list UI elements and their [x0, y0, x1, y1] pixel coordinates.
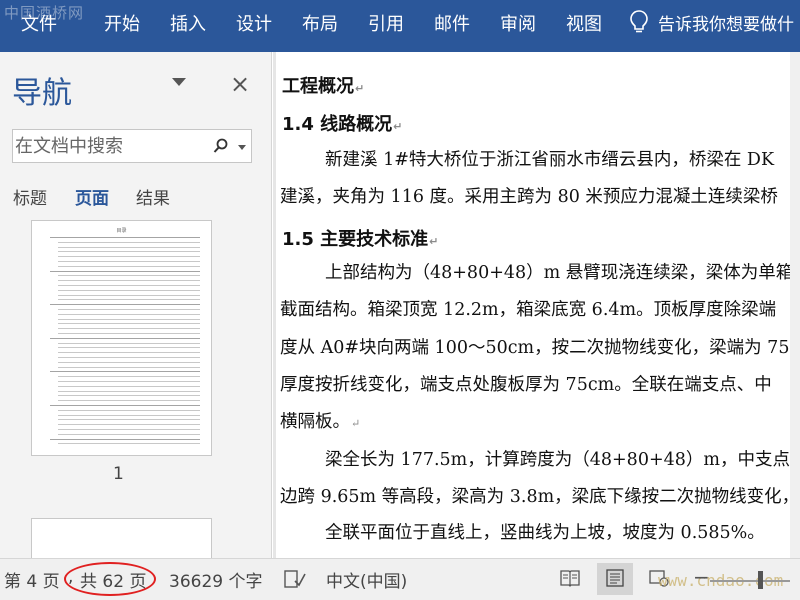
thumbnail-toc-line [58, 342, 200, 344]
thumbnail-toc-line [58, 285, 200, 286]
doc-paragraph-line: 新建溪 1#特大桥位于浙江省丽水市缙云县内，桥梁在 DK [325, 150, 775, 170]
zoom-out-button[interactable]: − [693, 565, 710, 589]
thumbnail-toc-line [58, 289, 200, 291]
thumbnail-toc-line [58, 419, 200, 421]
ribbon-tab-bar: 中国酒桥网 文件 开始 插入 设计 布局 引用 邮件 审阅 视图 告诉我你想要做… [0, 0, 800, 52]
thumbnail-toc-line [50, 438, 200, 440]
thumbnail-toc-line [50, 337, 200, 339]
thumbnail-toc-line [58, 261, 200, 262]
doc-paragraph-line: 梁全长为 177.5m，计算跨度为（48+80+48）m，中支点处 [325, 450, 800, 470]
thumbnail-toc-line [58, 400, 200, 402]
doc-subheading: 1.4 线路概况↵ [282, 114, 403, 135]
word-count[interactable]: 36629 个字 [169, 567, 262, 592]
thumbnail-toc-line [58, 429, 200, 430]
doc-paragraph-line: 截面结构。箱梁顶宽 12.2m，箱梁底宽 6.4m。顶板厚度除梁端 [280, 300, 777, 320]
thumbnail-toc-line [58, 414, 200, 416]
close-icon[interactable]: × [230, 70, 250, 98]
doc-paragraph-line: 建溪，夹角为 116 度。采用主跨为 80 米预应力混凝土连续梁桥 [280, 187, 778, 207]
thumbnail-toc-line [58, 256, 200, 258]
tab-review[interactable]: 审阅 [500, 10, 536, 36]
thumbnail-toc-line [58, 390, 200, 392]
highlight-circle [64, 562, 156, 596]
doc-paragraph-line: 上部结构为（48+80+48）m 悬臂现浇连续梁，梁体为单箱 [325, 263, 794, 283]
print-layout-button[interactable] [597, 563, 633, 595]
thumbnail-toc-line [58, 309, 200, 310]
navigation-pane: 导航 × 标题 页面 结果 目录 1 [0, 52, 272, 558]
read-mode-button[interactable] [552, 563, 588, 595]
thumbnail-toc-line [58, 424, 200, 426]
status-bar: 第 4 页 , 共 62 页 36629 个字 中文(中国) www.cndao… [0, 558, 800, 600]
thumbnail-toc-line [50, 270, 200, 272]
search-icon[interactable] [213, 138, 229, 154]
thumbnail-toc-line [58, 323, 200, 325]
thumbnail-toc-line [58, 395, 200, 397]
thumbnail-toc-line [58, 352, 200, 354]
thumbnail-toc-line [58, 251, 200, 253]
thumbnail-toc-line [58, 280, 200, 282]
thumbnail-toc-line [58, 376, 200, 378]
page-layout-icon [606, 569, 624, 587]
thumbnail-toc-line [58, 366, 200, 368]
zoom-slider-thumb[interactable] [758, 571, 763, 589]
tell-me-text: 告诉我你想要做什 [658, 15, 794, 35]
tab-design[interactable]: 设计 [236, 10, 272, 36]
doc-paragraph-line: 横隔板。↵ [280, 412, 361, 432]
thumbnail-toc-line [50, 405, 200, 406]
thumbnail-toc-line [58, 381, 200, 382]
thumbnail-toc-line [58, 385, 200, 387]
tab-mailings[interactable]: 邮件 [434, 10, 470, 36]
thumbnail-toc-line [58, 443, 200, 445]
document-page[interactable]: 工程概况↵ 1.4 线路概况↵ 新建溪 1#特大桥位于浙江省丽水市缙云县内，桥梁… [276, 52, 800, 558]
tab-home[interactable]: 开始 [104, 10, 140, 36]
thumbnail-toc-line [50, 371, 200, 373]
nav-tab-headings[interactable]: 标题 [13, 184, 47, 209]
thumbnail-toc-line [58, 265, 200, 267]
thumbnail-toc-line [50, 304, 200, 306]
thumbnail-toc-line [58, 275, 200, 277]
nav-pane-title: 导航 [12, 76, 72, 111]
tab-references[interactable]: 引用 [368, 10, 404, 36]
proofing-icon[interactable] [284, 569, 306, 589]
search-input[interactable] [15, 133, 205, 159]
doc-heading: 工程概况↵ [282, 76, 365, 97]
page-thumbnail[interactable]: 目录 [31, 220, 212, 456]
page-thumbnail-next[interactable] [31, 518, 212, 558]
thumbnail-toc-line [58, 347, 200, 349]
thumbnail-toc-line [58, 246, 200, 248]
doc-paragraph-line: 度从 A0#块向两端 100～50cm，按二次抛物线变化，梁端为 75cm [280, 338, 800, 358]
thumbnail-title: 目录 [116, 228, 127, 234]
doc-paragraph-line: 厚度按折线变化，端支点处腹板厚为 75cm。全联在端支点、中 [280, 375, 772, 395]
thumbnail-toc-line [58, 328, 200, 330]
page-indicator[interactable]: 第 4 页 [4, 567, 60, 592]
thumbnail-page-number: 1 [113, 464, 124, 484]
thumbnail-toc-line [58, 299, 200, 301]
tab-view[interactable]: 视图 [566, 10, 602, 36]
zoom-slider-track[interactable] [710, 580, 790, 582]
doc-paragraph-line: 边跨 9.65m 等高段，梁高为 3.8m，梁底下缘按二次抛物线变化， [280, 487, 800, 507]
search-options-chevron-icon[interactable] [238, 145, 246, 150]
nav-tab-pages[interactable]: 页面 [75, 184, 109, 209]
thumbnail-toc-line [58, 333, 200, 334]
tab-layout[interactable]: 布局 [302, 10, 338, 36]
book-icon [560, 570, 580, 587]
nav-tab-results[interactable]: 结果 [136, 184, 170, 209]
doc-subheading: 1.5 主要技术标准↵ [282, 229, 439, 250]
thumbnail-toc-line [58, 241, 200, 243]
thumbnail-toc-line [58, 409, 200, 411]
doc-paragraph-line: 全联平面位于直线上，竖曲线为上坡，坡度为 0.585%。 [325, 523, 765, 543]
thumbnail-toc-line [58, 294, 200, 296]
language-indicator[interactable]: 中文(中国) [326, 567, 407, 592]
tab-file[interactable]: 文件 [21, 10, 57, 36]
lightbulb-icon [630, 10, 648, 33]
thumbnail-toc-line [58, 433, 200, 435]
nav-search-box [12, 129, 252, 163]
thumbnail-toc-line [58, 357, 200, 358]
thumbnail-toc-line [58, 361, 200, 363]
thumbnail-toc-line [50, 237, 200, 238]
tab-insert[interactable]: 插入 [170, 10, 206, 36]
vertical-scrollbar[interactable] [790, 52, 800, 558]
thumbnail-toc-line [58, 313, 200, 315]
nav-options-dropdown-icon[interactable] [172, 78, 186, 86]
thumbnail-toc-line [58, 318, 200, 320]
